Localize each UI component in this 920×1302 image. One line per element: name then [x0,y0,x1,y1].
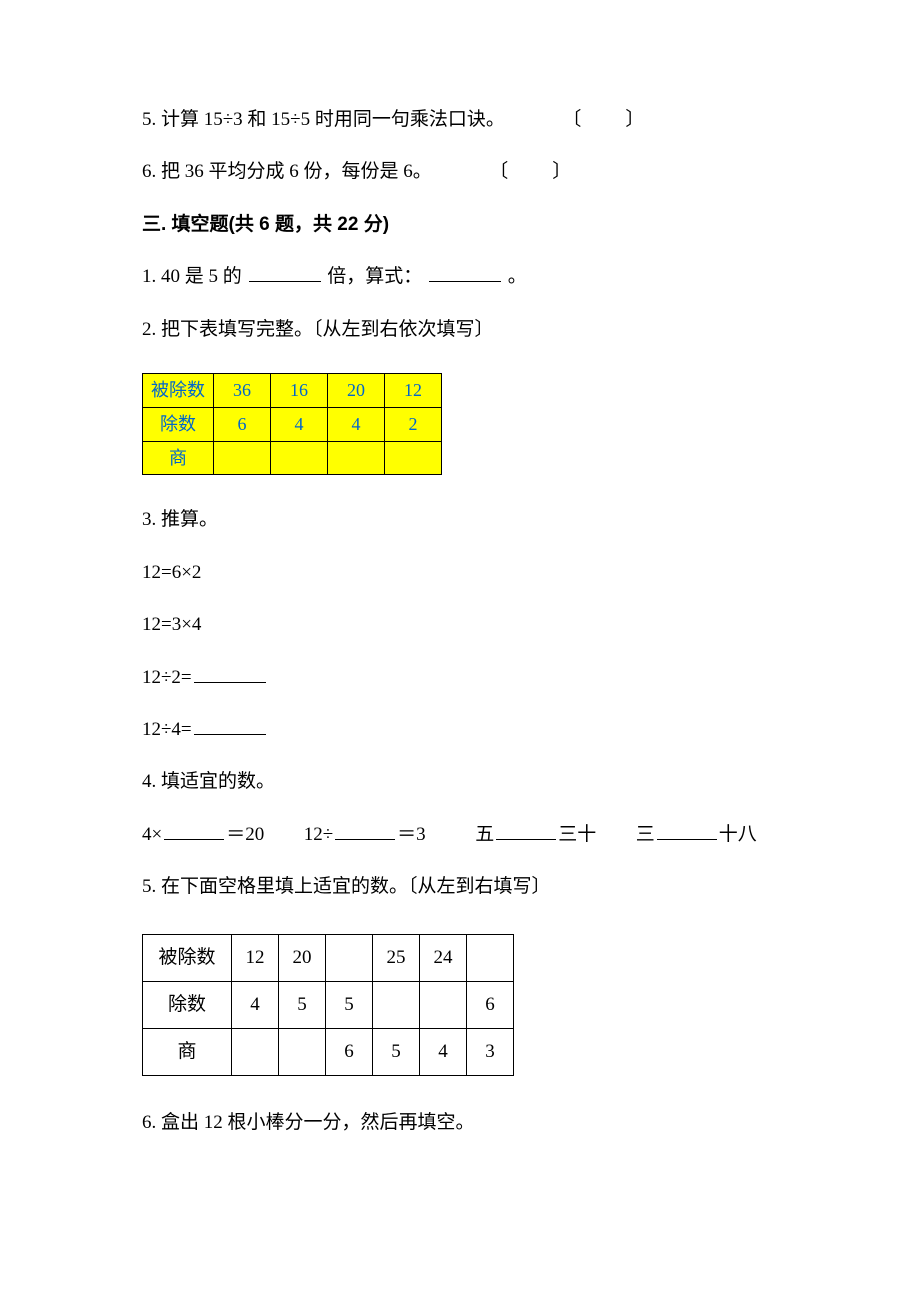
bw-s5: 4 [420,1029,467,1076]
f6-text: 盒出 12 根小棒分一分，然后再填空。 [161,1112,475,1133]
table-row: 商 [143,441,442,475]
f3-line-1: 12=6×2 [142,558,785,588]
f4-d2: 十八 [719,824,757,845]
yt-r2: 4 [271,407,328,441]
bw-s1[interactable] [232,1029,279,1076]
f3-number: 3. [142,509,156,530]
yt-s0: 商 [143,441,214,475]
f3-line-4: 12÷4= [142,715,785,745]
yt-h4: 12 [385,373,442,407]
bw-s4: 5 [373,1029,420,1076]
yt-h3: 20 [328,373,385,407]
f1-number: 1. [142,266,156,287]
f4-expr-row: 4× ＝20 12÷ ＝3 五 三十 三 十八 [142,820,785,850]
yt-s3[interactable] [328,441,385,475]
table-row: 商 6 5 4 3 [143,1029,514,1076]
yt-r0: 除数 [143,407,214,441]
bw-h4: 25 [373,935,420,982]
bw-r2: 5 [279,982,326,1029]
f4-blank-c[interactable] [496,820,556,840]
f5-number: 5. [142,876,156,897]
question-6: 6. 把 36 平均分成 6 份，每份是 6。 〔 〕 [142,157,785,187]
f1-blank-2[interactable] [429,262,501,282]
bw-r1: 4 [232,982,279,1029]
bw-s2[interactable] [279,1029,326,1076]
yt-h1: 36 [214,373,271,407]
f4-text: 填适宜的数。 [161,771,275,792]
f4-a2: ＝20 [226,824,264,845]
f3-l4-text: 12÷4= [142,719,192,740]
f4-number: 4. [142,771,156,792]
f4-d1: 三 [636,824,655,845]
division-table-yellow: 被除数 36 16 20 12 除数 6 4 4 2 商 [142,373,442,475]
f1-text-2: 倍，算式： [327,266,422,287]
f4-b2: ＝3 [397,824,426,845]
bw-r4[interactable] [373,982,420,1029]
bw-r0: 除数 [143,982,232,1029]
f1-blank-1[interactable] [249,262,321,282]
f3-text: 推算。 [161,509,218,530]
f6-number: 6. [142,1112,156,1133]
table-row: 除数 6 4 4 2 [143,407,442,441]
q6-number: 6. [142,161,156,182]
yt-s2[interactable] [271,441,328,475]
bw-h0: 被除数 [143,935,232,982]
bw-s0: 商 [143,1029,232,1076]
f2-text: 把下表填写完整。〔从左到右依次填写〕 [161,319,494,340]
bw-h2: 20 [279,935,326,982]
table-row: 被除数 36 16 20 12 [143,373,442,407]
f4-c2: 三十 [558,824,596,845]
f3-l3-text: 12÷2= [142,667,192,688]
f4-blank-a[interactable] [164,820,224,840]
table-row: 除数 4 5 5 6 [143,982,514,1029]
f4-c1: 五 [475,824,494,845]
yt-s4[interactable] [385,441,442,475]
bw-r5[interactable] [420,982,467,1029]
q6-text: 把 36 平均分成 6 份，每份是 6。 [161,161,432,182]
bw-h6[interactable] [467,935,514,982]
q6-blank-paren[interactable]: 〔 〕 [489,161,573,182]
q5-blank-paren[interactable]: 〔 〕 [562,109,646,130]
f1-text-1: 40 是 5 的 [161,266,242,287]
fill-question-4: 4. 填适宜的数。 [142,767,785,797]
bw-h1: 12 [232,935,279,982]
section-3-heading: 三. 填空题(共 6 题，共 22 分) [142,210,785,240]
yt-r4: 2 [385,407,442,441]
q5-number: 5. [142,109,156,130]
f4-b1: 12÷ [304,824,333,845]
yt-r3: 4 [328,407,385,441]
page: 5. 计算 15÷3 和 15÷5 时用同一句乘法口诀。 〔 〕 6. 把 36… [0,0,920,1221]
f3-line-3: 12÷2= [142,663,785,693]
bw-s6: 3 [467,1029,514,1076]
fill-question-6: 6. 盒出 12 根小棒分一分，然后再填空。 [142,1108,785,1138]
f3-l3-blank[interactable] [194,663,266,683]
f4-blank-d[interactable] [657,820,717,840]
yt-h2: 16 [271,373,328,407]
fill-question-3: 3. 推算。 [142,505,785,535]
table-row: 被除数 12 20 25 24 [143,935,514,982]
f4-blank-b[interactable] [335,820,395,840]
yt-h0: 被除数 [143,373,214,407]
bw-h5: 24 [420,935,467,982]
bw-s3: 6 [326,1029,373,1076]
bw-r6: 6 [467,982,514,1029]
yt-s1[interactable] [214,441,271,475]
fill-question-5: 5. 在下面空格里填上适宜的数。〔从左到右填写〕 [142,872,785,902]
f5-text: 在下面空格里填上适宜的数。〔从左到右填写〕 [161,876,551,897]
question-5: 5. 计算 15÷3 和 15÷5 时用同一句乘法口诀。 〔 〕 [142,105,785,135]
f2-number: 2. [142,319,156,340]
f3-line-2: 12=3×4 [142,610,785,640]
f3-l4-blank[interactable] [194,715,266,735]
fill-question-2: 2. 把下表填写完整。〔从左到右依次填写〕 [142,315,785,345]
yt-r1: 6 [214,407,271,441]
bw-h3[interactable] [326,935,373,982]
division-table-bw: 被除数 12 20 25 24 除数 4 5 5 6 商 6 5 4 3 [142,934,514,1076]
fill-question-1: 1. 40 是 5 的 倍，算式： 。 [142,262,785,292]
f4-a1: 4× [142,824,162,845]
f1-text-3: 。 [508,266,527,287]
q5-text: 计算 15÷3 和 15÷5 时用同一句乘法口诀。 [161,109,505,130]
bw-r3: 5 [326,982,373,1029]
